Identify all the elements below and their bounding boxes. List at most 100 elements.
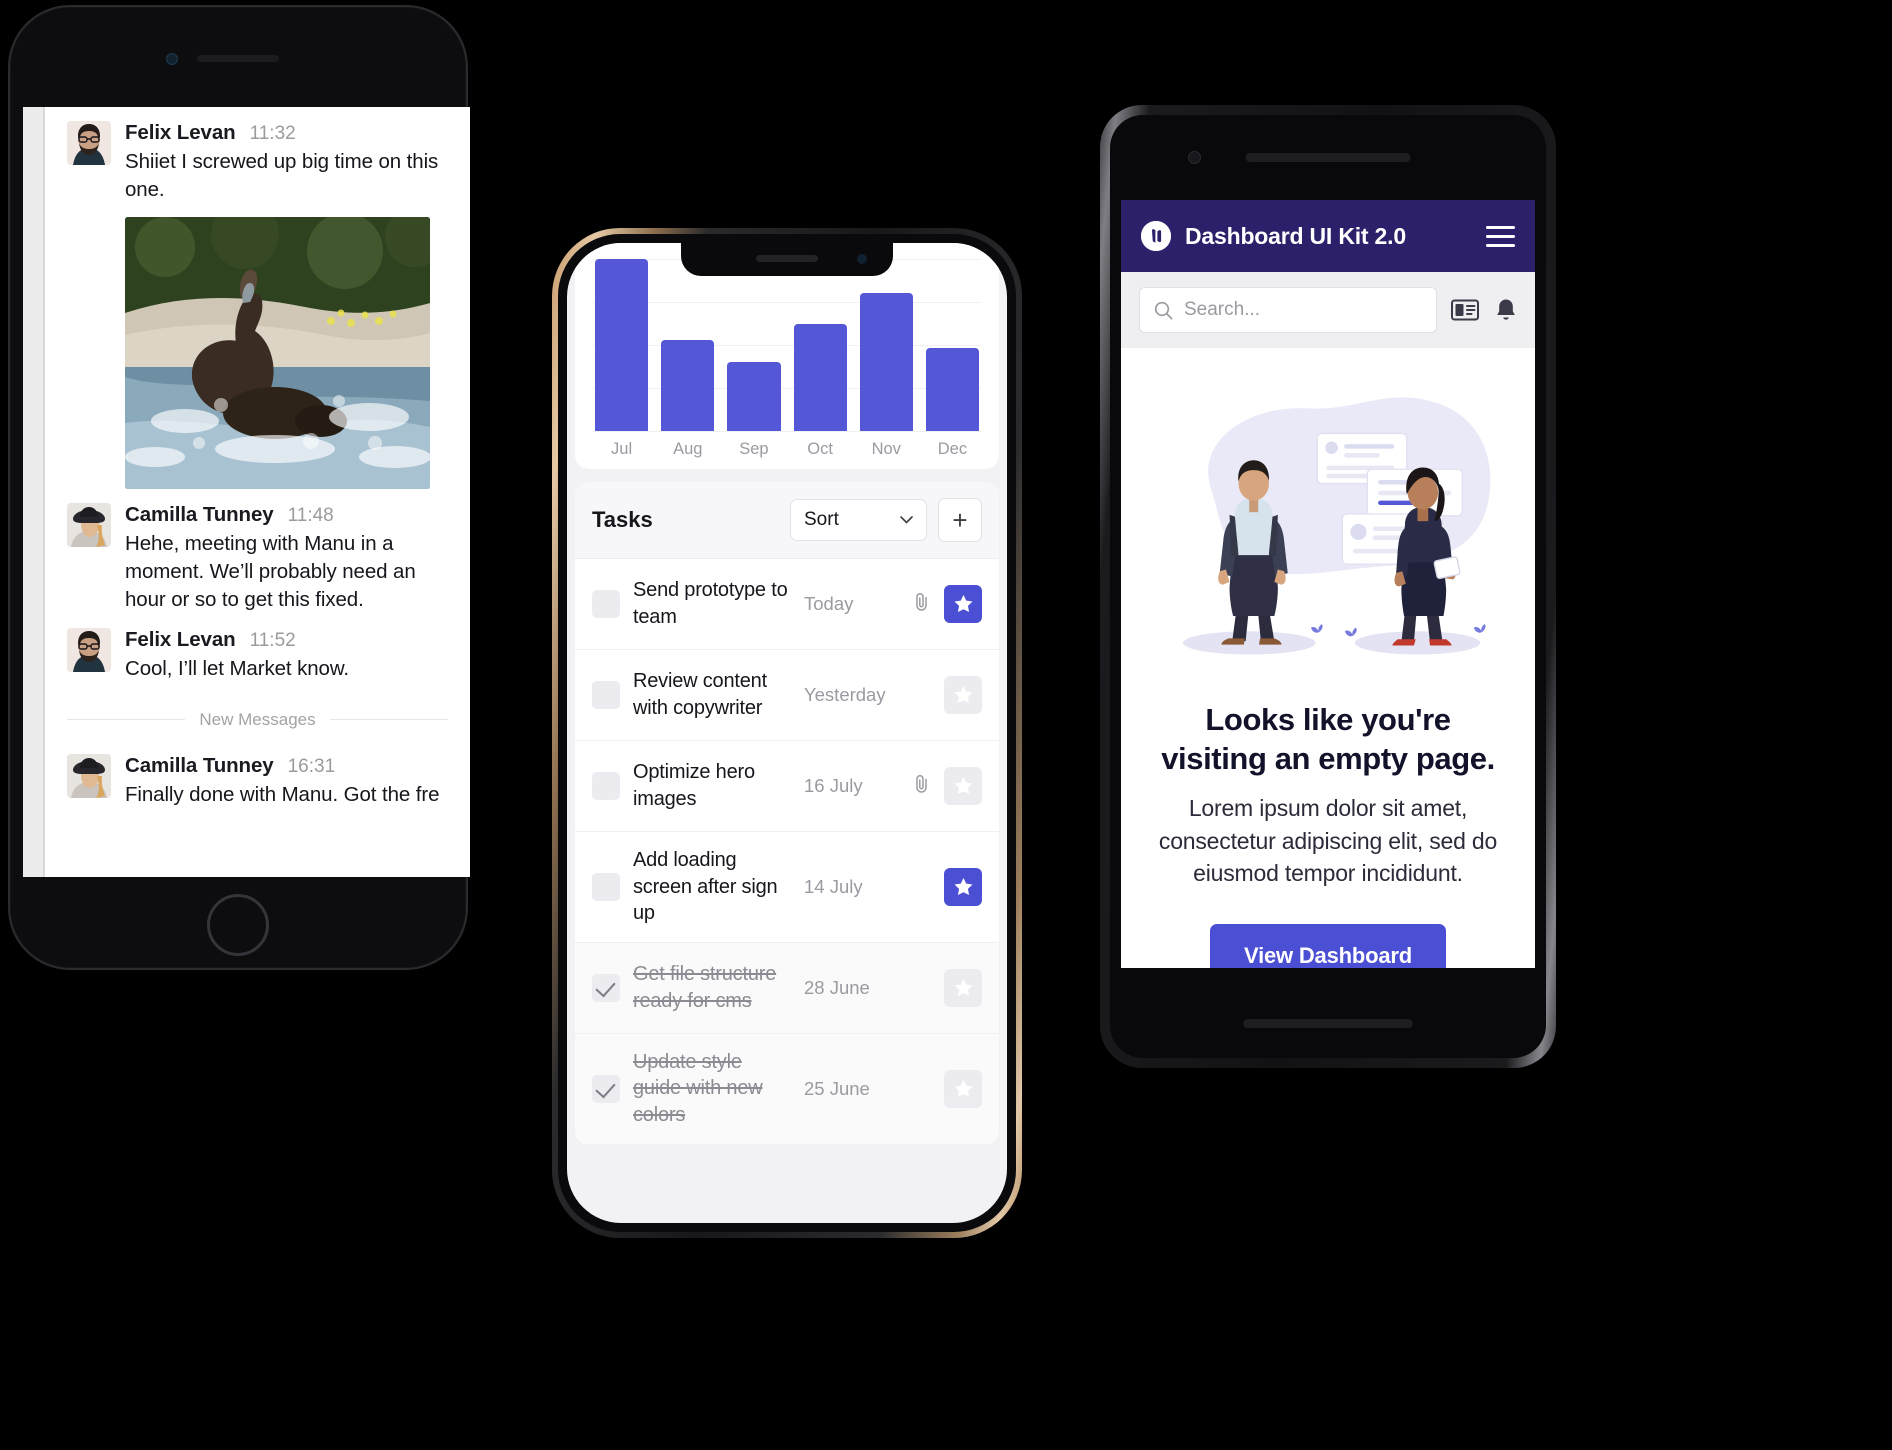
message-time: 11:32 (249, 123, 296, 144)
two-people-with-floating-cards-illustration (1183, 397, 1491, 655)
add-task-button[interactable]: + (938, 498, 982, 542)
task-row[interactable]: Optimize hero images 16 July (575, 741, 999, 832)
view-dashboard-button[interactable]: View Dashboard (1210, 924, 1446, 968)
task-date: 28 June (804, 976, 870, 998)
chevron-down-icon (900, 516, 913, 524)
earpiece-speaker (1245, 153, 1411, 162)
task-label: Update style guide with new colors (633, 1050, 763, 1126)
hamburger-menu-icon[interactable] (1486, 225, 1515, 247)
bar-chart-x-axis: Jul Aug Sep Oct Nov Dec (593, 431, 981, 459)
task-checkbox[interactable] (592, 973, 620, 1002)
task-star-button[interactable] (944, 968, 982, 1007)
earpiece-speaker (756, 255, 818, 262)
bar-chart-plot (593, 259, 981, 431)
bar-nov (859, 293, 913, 431)
task-label: Get file structure ready for cms (633, 963, 777, 1012)
bar-sep (727, 362, 781, 431)
chat-message-list[interactable]: Felix Levan 11:32 Shiiet I screwed up bi… (45, 107, 470, 877)
star-icon (954, 595, 972, 613)
bottom-speaker (1243, 1019, 1413, 1028)
gridline (593, 345, 981, 346)
dashboard-header: Dashboard UI Kit 2.0 (1121, 200, 1535, 272)
gridline (593, 388, 981, 389)
woman-hat-avatar (67, 502, 111, 547)
right-phone-bezel: Dashboard UI Kit 2.0 Search... Looks lik… (1110, 115, 1546, 1058)
task-checkbox[interactable] (592, 590, 620, 618)
dashboard-logo-icon[interactable] (1141, 221, 1171, 251)
bell-icon[interactable] (1495, 298, 1517, 323)
cards-view-icon[interactable] (1451, 299, 1479, 321)
task-row[interactable]: Review content with copywriter Yesterday (575, 650, 999, 741)
task-row[interactable]: Add loading screen after sign up 14 July (575, 832, 999, 943)
task-label: Send prototype to team (633, 579, 788, 628)
bar-column[interactable] (859, 259, 913, 431)
sort-dropdown[interactable]: Sort (790, 499, 927, 541)
bar-column[interactable] (925, 259, 980, 431)
bear-splashing-in-water-photo (125, 216, 430, 489)
message-text: Finally done with Manu. Got the fre (125, 782, 440, 806)
task-row[interactable]: Get file structure ready for cms 28 June (575, 942, 999, 1034)
dashboard-app-screen: Dashboard UI Kit 2.0 Search... Looks lik… (1121, 200, 1535, 968)
task-star-button[interactable] (944, 767, 982, 805)
empty-state-illustration (1149, 366, 1507, 696)
task-label: Review content with copywriter (633, 670, 767, 719)
star-icon (954, 978, 972, 996)
search-input[interactable]: Search... (1139, 287, 1437, 333)
bar-column[interactable] (793, 259, 847, 431)
chat-message: Camilla Tunney 11:48 Hehe, meeting with … (67, 502, 448, 615)
message-text: Cool, I’ll let Market know. (125, 657, 350, 681)
front-camera-icon (1188, 151, 1201, 164)
task-star-button[interactable] (944, 1069, 982, 1108)
task-star-button[interactable] (944, 867, 982, 906)
front-camera-icon (857, 254, 867, 264)
star-icon (954, 777, 972, 795)
task-checkbox[interactable] (592, 872, 620, 901)
message-text: Hehe, meeting with Manu in a moment. We’… (125, 531, 416, 612)
empty-state-subtitle: Lorem ipsum dolor sit amet, consectetur … (1158, 795, 1498, 887)
attachment-icon[interactable] (913, 592, 931, 617)
home-button[interactable] (207, 894, 269, 956)
star-icon (954, 686, 972, 704)
message-author: Camilla Tunney (125, 753, 274, 777)
x-tick-label: Jul (611, 440, 633, 458)
message-author: Felix Levan (125, 628, 236, 652)
avatar[interactable] (67, 502, 111, 547)
task-checkbox[interactable] (592, 681, 620, 709)
chat-app-screen: Felix Levan 11:32 Shiiet I screwed up bi… (23, 107, 470, 877)
task-date: 16 July (804, 775, 863, 796)
plus-icon: + (952, 505, 968, 535)
bar-column[interactable] (661, 259, 715, 431)
star-icon (954, 1079, 972, 1097)
task-label: Optimize hero images (633, 761, 755, 810)
sort-dropdown-value: Sort (804, 509, 839, 530)
avatar[interactable] (67, 753, 111, 798)
message-author: Felix Levan (125, 121, 236, 144)
task-row[interactable]: Update style guide with new colors 25 Ju… (575, 1033, 999, 1145)
left-phone-device: Felix Levan 11:32 Shiiet I screwed up bi… (8, 5, 470, 970)
bar-oct (793, 324, 847, 431)
task-date: Today (804, 593, 854, 614)
x-tick-label: Dec (937, 440, 968, 458)
attachment-icon[interactable] (913, 774, 931, 799)
message-time: 16:31 (287, 755, 336, 777)
task-checkbox[interactable] (592, 772, 620, 800)
tasks-controls: Sort + (790, 498, 982, 542)
x-tick-label: Nov (871, 440, 901, 458)
search-icon (1154, 301, 1173, 319)
bar-aug (661, 339, 715, 431)
bar-column[interactable] (595, 259, 649, 431)
chat-message: Camilla Tunney 16:31 Finally done with M… (67, 753, 448, 809)
message-photo[interactable] (125, 216, 430, 489)
avatar[interactable] (67, 628, 111, 673)
task-checkbox[interactable] (592, 1074, 620, 1103)
bar-chart-card: Jul Aug Sep Oct Nov Dec (575, 243, 999, 469)
search-placeholder: Search... (1184, 299, 1261, 320)
task-star-button[interactable] (944, 676, 982, 714)
x-tick-label: Oct (807, 440, 833, 458)
task-row[interactable]: Send prototype to team Today (575, 559, 999, 650)
avatar[interactable] (67, 121, 111, 165)
chat-message: Felix Levan 11:32 Shiiet I screwed up bi… (67, 121, 448, 489)
bar-column[interactable] (727, 259, 781, 431)
task-date: Yesterday (804, 684, 886, 705)
task-star-button[interactable] (944, 585, 982, 623)
